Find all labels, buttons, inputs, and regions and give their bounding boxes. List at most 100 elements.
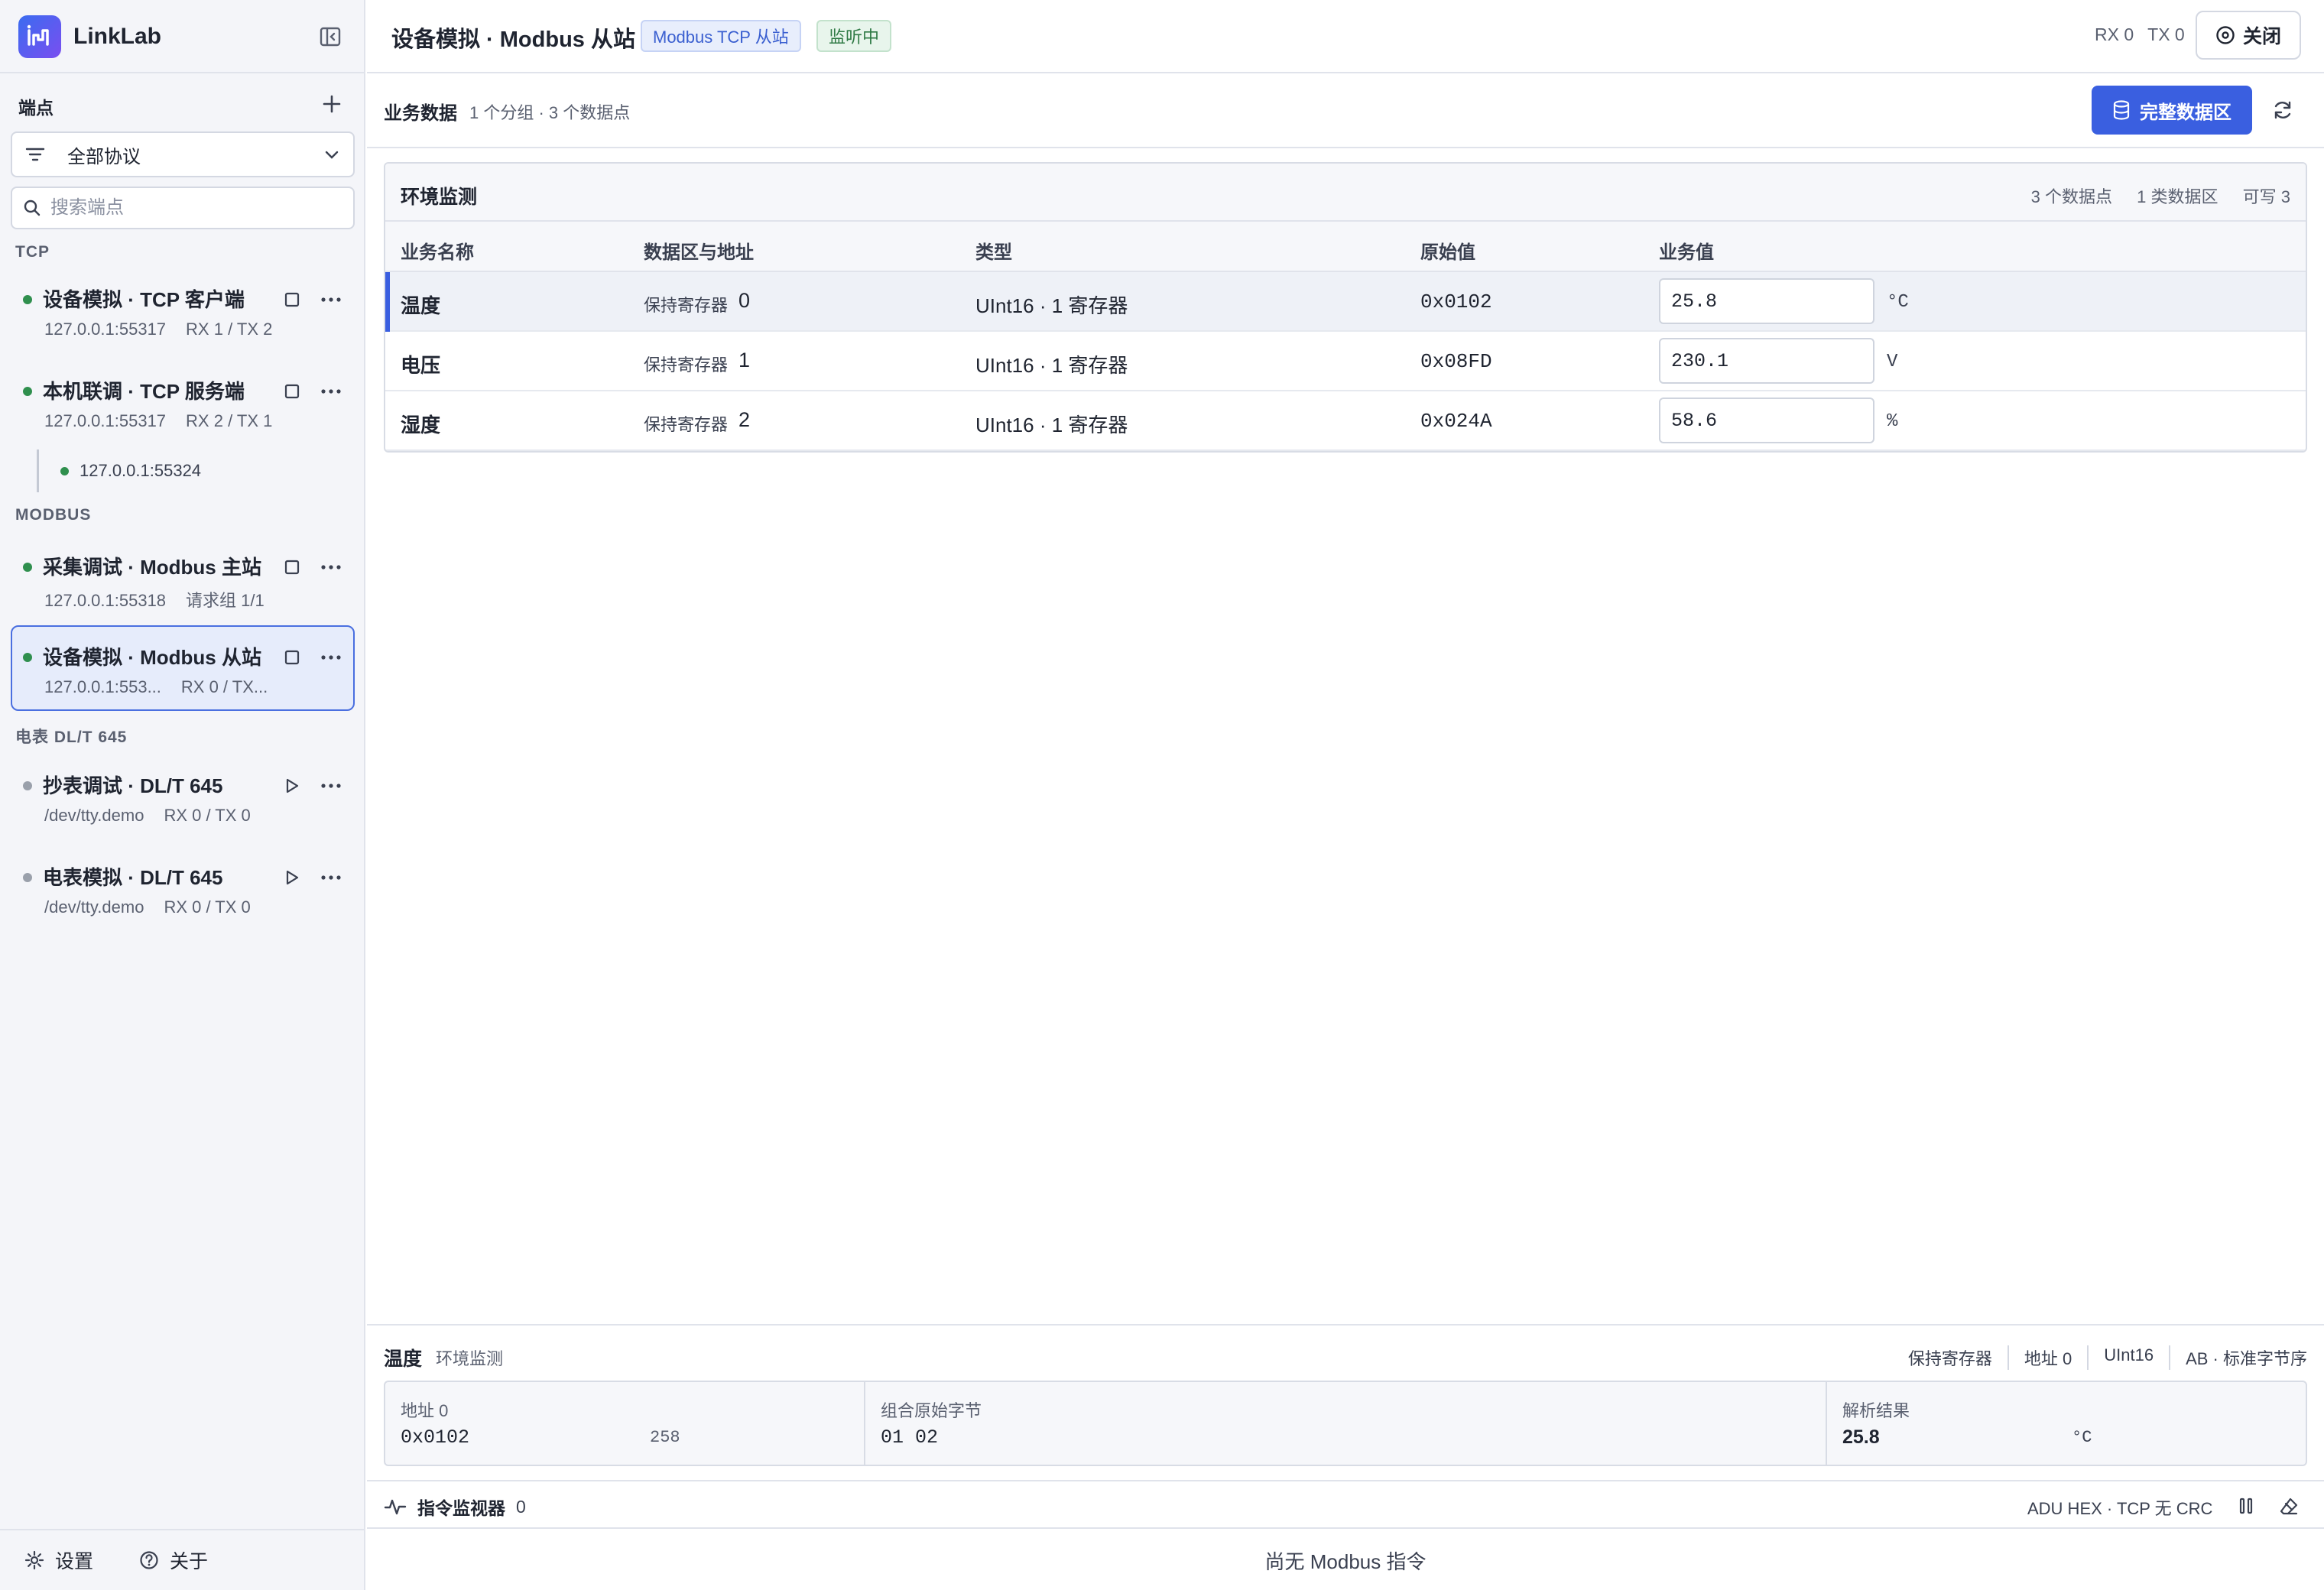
raw-bytes-value: 01 02: [881, 1426, 939, 1449]
endpoints-section-title: 端点: [18, 98, 54, 118]
panel-header: 环境监测 3 个数据点 1 类数据区 可写 3: [385, 164, 2306, 222]
result-unit: °C: [2072, 1428, 2092, 1447]
endpoint-item[interactable]: 采集调试 · Modbus 主站 127.0.0.1:55318 请求组 1/1: [11, 535, 355, 621]
point-address: 1: [738, 349, 751, 372]
protocol-filter-select[interactable]: 全部协议: [11, 131, 355, 177]
column-header: 业务值: [1659, 242, 1714, 263]
address-decimal: 258: [650, 1428, 680, 1447]
point-name: 湿度: [401, 414, 441, 436]
endpoint-stats: RX 2 / TX 1: [186, 411, 273, 430]
endpoint-stats: RX 0 / TX 0: [164, 897, 251, 917]
play-icon[interactable]: [278, 772, 306, 800]
group-title-modbus: MODBUS: [15, 506, 92, 524]
traffic-counters: RX 0 TX 0: [2095, 24, 2185, 45]
endpoint-item[interactable]: 抄表调试 · DL/T 645 /dev/tty.demo RX 0 / TX 0: [11, 754, 355, 839]
search-box: [11, 187, 355, 229]
tx-counter: TX 0: [2147, 24, 2185, 44]
stop-circle-icon: [2216, 26, 2235, 44]
chevron-down-icon: [325, 151, 339, 159]
close-button[interactable]: 关闭: [2196, 11, 2301, 60]
more-icon[interactable]: [315, 286, 347, 313]
panel-stat: 可写 3: [2242, 187, 2290, 206]
command-monitor-title[interactable]: 指令监视器 0: [384, 1494, 526, 1520]
detail-box: 地址 0 0x0102 258 组合原始字节 01 02 解析结果 25.8 °…: [384, 1381, 2307, 1466]
close-label: 关闭: [2242, 26, 2281, 47]
more-icon[interactable]: [315, 553, 347, 581]
business-value-input[interactable]: [1659, 278, 1874, 324]
raw-value: 0x024A: [1420, 410, 1492, 433]
search-icon: [24, 200, 41, 216]
play-icon[interactable]: [278, 864, 306, 891]
endpoint-item[interactable]: 电表模拟 · DL/T 645 /dev/tty.demo RX 0 / TX 0: [11, 845, 355, 931]
settings-button[interactable]: 设置: [24, 1546, 93, 1574]
monitor-empty-state: 尚无 Modbus 指令: [1264, 1549, 1427, 1573]
endpoint-item[interactable]: 本机联调 · TCP 服务端 127.0.0.1:55317 RX 2 / TX …: [11, 359, 355, 445]
status-badge: 监听中: [816, 20, 892, 52]
search-input[interactable]: [50, 197, 341, 219]
endpoint-name: 本机联调 · TCP 服务端: [43, 380, 245, 403]
help-icon: [140, 1551, 158, 1569]
filter-icon: [25, 148, 45, 161]
pause-icon[interactable]: [2231, 1491, 2261, 1521]
point-detail: 温度 环境监测 保持寄存器 地址 0 UInt16 AB · 标准字节序 地址 …: [367, 1324, 2324, 1480]
more-icon[interactable]: [315, 378, 347, 405]
stop-icon[interactable]: [278, 378, 306, 405]
stop-icon[interactable]: [278, 286, 306, 313]
detail-tag: 保持寄存器: [1907, 1349, 1992, 1368]
stop-icon[interactable]: [278, 644, 306, 671]
point-type: UInt16 · 1 寄存器: [975, 414, 1128, 436]
status-dot: [60, 466, 69, 475]
address-hex: 0x0102: [401, 1426, 470, 1449]
column-header: 业务名称: [401, 242, 474, 263]
data-area: 保持寄存器: [644, 296, 729, 315]
table-row[interactable]: 温度 保持寄存器 0 UInt16 · 1 寄存器 0x0102 °C: [385, 272, 2306, 332]
status-dot: [23, 781, 32, 790]
detail-tags: 保持寄存器 地址 0 UInt16 AB · 标准字节序: [1908, 1345, 2307, 1370]
about-button[interactable]: 关于: [139, 1546, 208, 1574]
client-connection-item[interactable]: 127.0.0.1:55324: [37, 449, 201, 492]
endpoint-address: /dev/tty.demo: [44, 806, 144, 825]
endpoint-name: 电表模拟 · DL/T 645: [43, 866, 223, 889]
result-cell: 解析结果 25.8 °C: [1827, 1382, 2306, 1465]
value-unit: %: [1887, 411, 1898, 432]
refresh-icon[interactable]: [2266, 93, 2300, 127]
business-value-input[interactable]: [1659, 338, 1874, 384]
business-value-input[interactable]: [1659, 398, 1874, 443]
sidebar-footer: 设置 关于: [0, 1529, 365, 1590]
database-icon: [2113, 100, 2130, 120]
raw-bytes-label: 组合原始字节: [881, 1401, 982, 1420]
endpoint-stats: 请求组 1/1: [186, 591, 265, 610]
panel-title: 环境监测: [401, 187, 478, 208]
more-icon[interactable]: [315, 864, 347, 891]
business-data-bar: 业务数据 1 个分组 · 3 个数据点 完整数据区: [367, 73, 2324, 148]
stop-icon[interactable]: [278, 553, 306, 581]
endpoint-item-active[interactable]: 设备模拟 · Modbus 从站 127.0.0.1:553... RX 0 / …: [11, 625, 355, 711]
panel-stat: 3 个数据点: [2030, 187, 2113, 206]
full-data-area-label: 完整数据区: [2140, 102, 2231, 123]
add-endpoint-icon[interactable]: [315, 87, 349, 121]
table-row[interactable]: 电压 保持寄存器 1 UInt16 · 1 寄存器 0x08FD V: [385, 332, 2306, 391]
activity-icon: [384, 1499, 407, 1515]
panel-stat: 1 类数据区: [2137, 187, 2219, 206]
detail-group-name: 环境监测: [436, 1349, 504, 1368]
endpoint-name: 设备模拟 · Modbus 从站: [43, 646, 261, 669]
endpoint-stats: RX 1 / TX 2: [186, 320, 273, 339]
monitor-label: 指令监视器: [417, 1498, 505, 1518]
eraser-icon[interactable]: [2274, 1491, 2304, 1521]
endpoint-address: /dev/tty.demo: [44, 897, 144, 917]
protocol-filter-value: 全部协议: [67, 146, 141, 167]
command-monitor-bar[interactable]: 指令监视器 0 ADU HEX · TCP 无 CRC: [367, 1480, 2324, 1529]
more-icon[interactable]: [315, 644, 347, 671]
more-icon[interactable]: [315, 772, 347, 800]
status-dot: [23, 295, 32, 304]
endpoint-item[interactable]: 设备模拟 · TCP 客户端 127.0.0.1:55317 RX 1 / TX …: [11, 268, 355, 353]
data-area: 保持寄存器: [644, 415, 729, 434]
table-row[interactable]: 湿度 保持寄存器 2 UInt16 · 1 寄存器 0x024A %: [385, 391, 2306, 451]
rx-counter: RX 0: [2095, 24, 2134, 44]
linklab-logo: [18, 15, 61, 58]
sidebar-collapse-icon[interactable]: [313, 20, 347, 54]
gear-icon: [24, 1550, 44, 1570]
sidebar: LinkLab 端点 全部协议 TCP 设备模拟 · TCP 客户端 127.0…: [0, 0, 365, 1590]
full-data-area-button[interactable]: 完整数据区: [2092, 86, 2252, 135]
endpoint-name: 设备模拟 · TCP 客户端: [43, 288, 245, 311]
